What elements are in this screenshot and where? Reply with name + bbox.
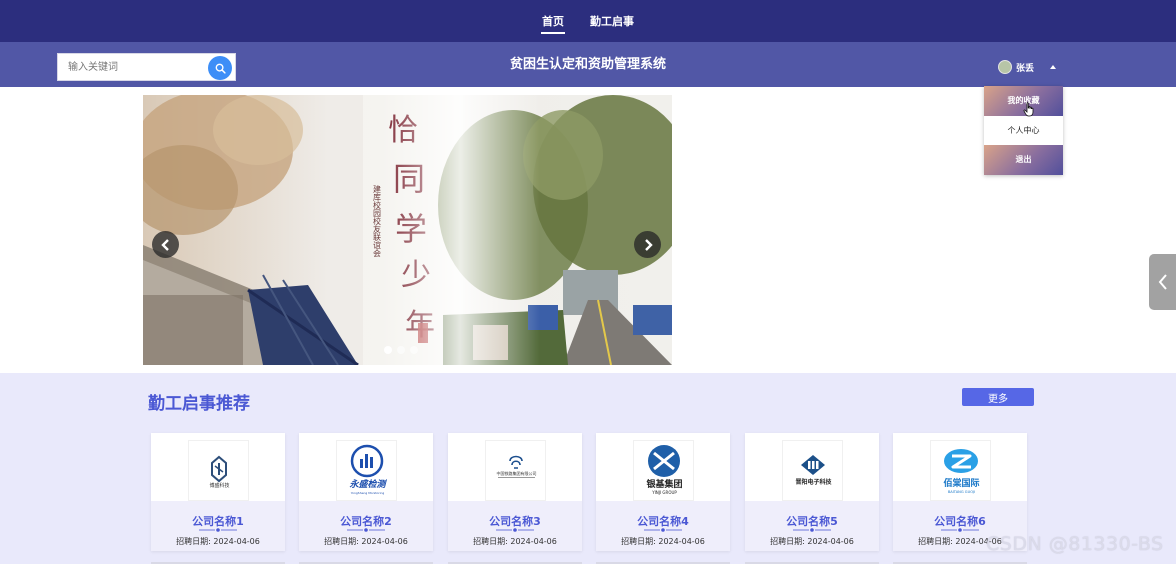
- divider-ornament: [496, 528, 534, 532]
- yinji-logo: 银基集团 YINJI GROUP: [633, 440, 694, 501]
- company-name: 公司名称5: [786, 515, 838, 528]
- recruit-date: 招聘日期: 2024-04-06: [473, 537, 557, 546]
- company-name: 公司名称1: [192, 515, 244, 528]
- carousel-indicators: [384, 346, 418, 354]
- search-box: [57, 53, 236, 81]
- caret-up-icon: [1050, 65, 1057, 69]
- divider-ornament: [793, 528, 831, 532]
- job-card-6[interactable]: 佰棠国际 BAITANG GUOJI 公司名称6 招聘日期: 2024-04-0…: [893, 433, 1027, 551]
- nav-work-study[interactable]: 勤工启事: [589, 13, 635, 29]
- baitang-logo: 佰棠国际 BAITANG GUOJI: [930, 440, 991, 501]
- user-name: 张丢: [1016, 63, 1035, 74]
- card6-logo-text: 佰棠国际: [943, 477, 979, 489]
- chevron-left-icon: [160, 238, 169, 251]
- carousel-dot-1[interactable]: [384, 346, 392, 354]
- job-card-5[interactable]: 晋阳电子科技 公司名称5 招聘日期: 2024-04-06: [745, 433, 879, 551]
- user-dropdown: 我的收藏 个人中心 退出: [984, 86, 1063, 175]
- banner-image: 恰 同 学 少 年 建库校园校友联谊会: [143, 95, 672, 365]
- dropdown-profile[interactable]: 个人中心: [984, 115, 1063, 145]
- yongsheng-logo: 永盛检测 YongSheng Monitoring: [336, 440, 397, 501]
- banner-carousel: 恰 同 学 少 年 建库校园校友联谊会: [143, 95, 672, 365]
- divider-ornament: [199, 528, 237, 532]
- carousel-dot-2[interactable]: [397, 346, 405, 354]
- company-name: 公司名称4: [637, 515, 689, 528]
- job-card-4[interactable]: 银基集团 YINJI GROUP 公司名称4 招聘日期: 2024-04-06: [596, 433, 730, 551]
- company-name: 公司名称3: [489, 515, 541, 528]
- company-name: 公司名称6: [934, 515, 986, 528]
- card6-logo-subtext: BAITANG GUOJI: [948, 490, 975, 494]
- card2-logo-subtext: YongSheng Monitoring: [351, 491, 385, 495]
- carousel-prev-button[interactable]: [152, 231, 179, 258]
- carousel-next-button[interactable]: [634, 231, 661, 258]
- recruit-date: 招聘日期: 2024-04-06: [621, 537, 705, 546]
- hand-cursor-icon: [1023, 102, 1034, 117]
- search-input[interactable]: [58, 54, 206, 80]
- job-card-3[interactable]: 中国铁路集团有限公司 公司名称3 招聘日期: 2024-04-06: [448, 433, 582, 551]
- card3-logo-text: 中国铁路集团有限公司: [497, 470, 537, 476]
- side-panel-toggle[interactable]: [1149, 254, 1176, 310]
- job-card-1[interactable]: 博盛科技 公司名称1 招聘日期: 2024-04-06: [151, 433, 285, 551]
- work-study-recommend-section: 勤工启事推荐 更多 博盛科技 公司名称1 招聘日期: 2024-04-06 永盛…: [0, 373, 1176, 564]
- electronic-tech-logo: 晋阳电子科技: [782, 440, 843, 501]
- job-card-2[interactable]: 永盛检测 YongSheng Monitoring 公司名称2 招聘日期: 20…: [299, 433, 433, 551]
- divider-ornament: [941, 528, 979, 532]
- job-card-list: 博盛科技 公司名称1 招聘日期: 2024-04-06 永盛检测 YongShe…: [151, 433, 1031, 564]
- card4-logo-text: 银基集团: [646, 478, 682, 490]
- section-title: 勤工启事推荐: [148, 394, 250, 414]
- recruit-date: 招聘日期: 2024-04-06: [176, 537, 260, 546]
- card4-logo-subtext: YINJI GROUP: [651, 490, 677, 495]
- company-name: 公司名称2: [340, 515, 392, 528]
- card2-logo-text: 永盛检测: [349, 479, 387, 490]
- card5-logo-text: 晋阳电子科技: [795, 478, 832, 486]
- more-button[interactable]: 更多: [962, 388, 1034, 406]
- recruit-date: 招聘日期: 2024-04-06: [918, 537, 1002, 546]
- divider-ornament: [644, 528, 682, 532]
- recruit-date: 招聘日期: 2024-04-06: [324, 537, 408, 546]
- pillar-logo: 博盛科技: [188, 440, 249, 501]
- user-menu-toggle[interactable]: 张丢: [998, 59, 1057, 75]
- header-bar: 贫困生认定和资助管理系统 张丢: [0, 42, 1176, 87]
- dropdown-logout[interactable]: 退出: [984, 145, 1063, 175]
- recruit-date: 招聘日期: 2024-04-06: [770, 537, 854, 546]
- avatar: [998, 60, 1012, 74]
- top-navigation: 首页 勤工启事: [0, 0, 1176, 42]
- search-button[interactable]: [208, 56, 232, 80]
- nav-home[interactable]: 首页: [541, 13, 565, 34]
- card1-logo-text: 博盛科技: [209, 482, 229, 489]
- chevron-right-icon: [644, 238, 653, 251]
- search-icon: [215, 63, 226, 74]
- carousel-dot-3[interactable]: [410, 346, 418, 354]
- divider-ornament: [347, 528, 385, 532]
- text-company-logo: 中国铁路集团有限公司: [485, 440, 546, 501]
- chevron-left-icon: [1158, 274, 1167, 290]
